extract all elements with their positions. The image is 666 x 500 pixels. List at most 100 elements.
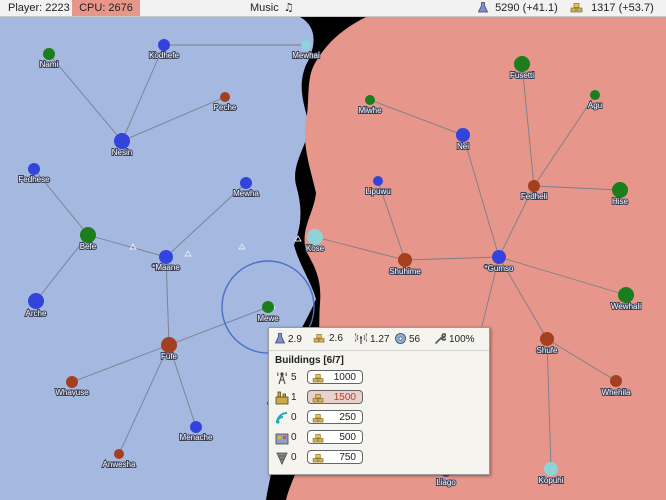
node-label: Agu xyxy=(588,101,602,110)
node-label: Mewhai xyxy=(292,51,320,60)
node-dot[interactable] xyxy=(301,40,311,50)
money-counter: 1317 (+53.7) xyxy=(570,0,654,16)
node-dot[interactable] xyxy=(220,92,230,102)
map-node[interactable]: Befe xyxy=(79,227,98,252)
antenna-icon xyxy=(354,333,368,344)
gold-bars-icon xyxy=(312,374,324,383)
node-dot[interactable] xyxy=(612,182,628,198)
gold-bars-icon xyxy=(312,454,324,463)
build-button[interactable]: 250 xyxy=(307,410,363,424)
stat-health-value: 100% xyxy=(449,334,475,345)
music-note-icon: ♫ xyxy=(283,1,294,14)
node-dot[interactable] xyxy=(528,180,540,192)
node-label: Mewe xyxy=(257,314,279,323)
node-dot[interactable] xyxy=(590,90,600,100)
node-label: Wewhali xyxy=(611,302,641,311)
node-label: Anwesha xyxy=(103,460,136,469)
build-button[interactable]: 1000 xyxy=(307,370,363,384)
build-cost: 750 xyxy=(339,452,356,463)
node-dot[interactable] xyxy=(114,449,124,459)
building-count: 0 xyxy=(291,452,297,463)
building-count: 5 xyxy=(291,372,297,383)
music-toggle[interactable]: Music ♫ xyxy=(250,0,294,16)
stat-money-value: 2.6 xyxy=(329,333,343,344)
build-button[interactable]: 1500 xyxy=(307,390,363,404)
node-dot[interactable] xyxy=(610,375,622,387)
node-label: Menache xyxy=(180,433,213,442)
node-label: *Maane xyxy=(152,263,180,272)
node-label: Kodhefe xyxy=(149,51,179,60)
node-label: Mewha xyxy=(233,189,259,198)
node-dot[interactable] xyxy=(161,337,177,353)
node-dot[interactable] xyxy=(159,250,173,264)
stat-health: 100% xyxy=(435,333,475,345)
node-label: Nei xyxy=(457,142,469,151)
money-value: 1317 (+53.7) xyxy=(591,2,654,14)
node-dot[interactable] xyxy=(80,227,96,243)
drill-icon xyxy=(275,451,289,465)
stat-money: 2.6 xyxy=(313,333,343,345)
node-dot[interactable] xyxy=(514,56,530,72)
build-cost: 250 xyxy=(339,412,356,423)
node-dot[interactable] xyxy=(240,177,252,189)
node-dot[interactable] xyxy=(456,128,470,142)
node-dot[interactable] xyxy=(66,376,78,388)
node-label: Nami xyxy=(40,60,59,69)
stat-disc-value: 56 xyxy=(409,334,421,345)
node-label: Lipuwu xyxy=(365,187,390,196)
node-dot[interactable] xyxy=(262,301,274,313)
node-dot[interactable] xyxy=(28,163,40,175)
node-label: Fufe xyxy=(161,352,178,361)
top-bar: Player: 2223 CPU: 2676 Music ♫ 5290 (+41… xyxy=(0,0,666,17)
node-label: Whavuse xyxy=(55,388,89,397)
lab-icon xyxy=(275,431,289,445)
gold-bars-icon xyxy=(312,414,324,423)
flask-icon xyxy=(478,2,488,13)
node-dot[interactable] xyxy=(365,95,375,105)
node-label: Shuhime xyxy=(389,267,421,276)
build-cost: 500 xyxy=(339,432,356,443)
node-label: Peche xyxy=(214,103,237,112)
node-dot[interactable] xyxy=(398,253,412,267)
map-node[interactable]: Fufe xyxy=(160,337,179,362)
gold-bars-icon xyxy=(313,334,325,343)
node-label: Kose xyxy=(306,244,325,253)
node-label: Fedhese xyxy=(18,175,50,184)
node-label: Fusetti xyxy=(510,71,534,80)
building-count: 1 xyxy=(291,392,297,403)
stat-research-value: 2.9 xyxy=(288,334,302,345)
buildings-title: Buildings [6/7] xyxy=(275,355,344,366)
cpu-score: CPU: 2676 xyxy=(72,0,140,16)
node-label: Nesin xyxy=(112,148,132,157)
node-dot[interactable] xyxy=(373,176,383,186)
gold-bars-icon xyxy=(312,434,324,443)
node-dot[interactable] xyxy=(618,287,634,303)
node-dot[interactable] xyxy=(158,39,170,51)
node-label: Shufe xyxy=(537,346,558,355)
node-dot[interactable] xyxy=(28,293,44,309)
map-node[interactable]: Nei xyxy=(456,128,470,152)
node-dot[interactable] xyxy=(540,332,554,346)
disc-icon xyxy=(395,333,406,344)
node-label: Whehila xyxy=(602,388,631,397)
node-dot[interactable] xyxy=(114,133,130,149)
research-counter: 5290 (+41.1) xyxy=(478,0,558,16)
node-info-panel: 2.9 2.6 1.27 56 100% Buildings [6/7] 5 10… xyxy=(268,327,490,475)
wrench-icon xyxy=(435,333,448,344)
map-node[interactable]: Hise xyxy=(611,182,630,207)
node-dot[interactable] xyxy=(307,229,323,245)
build-button[interactable]: 500 xyxy=(307,430,363,444)
node-dot[interactable] xyxy=(492,250,506,264)
node-dot[interactable] xyxy=(190,421,202,433)
stat-research: 2.9 xyxy=(274,333,302,345)
research-value: 5290 (+41.1) xyxy=(495,2,558,14)
node-dot[interactable] xyxy=(43,48,55,60)
node-stats: 2.9 2.6 1.27 56 100% xyxy=(269,328,489,351)
build-button[interactable]: 750 xyxy=(307,450,363,464)
player-score: Player: 2223 xyxy=(8,2,70,14)
stat-signal: 1.27 xyxy=(354,333,389,345)
node-dot[interactable] xyxy=(544,462,558,476)
node-label: *Gumso xyxy=(485,264,514,273)
build-cost: 1500 xyxy=(333,392,356,403)
music-label: Music xyxy=(250,2,279,14)
